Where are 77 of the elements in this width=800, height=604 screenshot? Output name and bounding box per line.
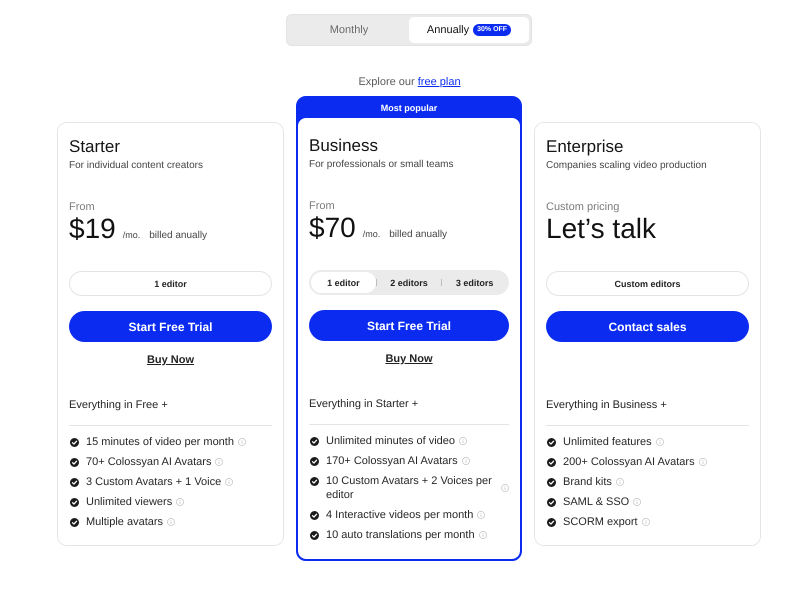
- plan-tagline: Companies scaling video production: [546, 159, 707, 173]
- editor-option[interactable]: 2 editors: [376, 272, 442, 293]
- price-label: Custom pricing: [546, 200, 620, 214]
- editor-option[interactable]: 1 editor: [311, 272, 376, 293]
- info-icon[interactable]: [698, 458, 707, 466]
- feature-text: 15 minutes of video per month: [86, 435, 234, 449]
- info-icon[interactable]: [633, 498, 642, 506]
- feature-text: 170+ Colossyan AI Avatars: [326, 454, 458, 468]
- info-icon[interactable]: [478, 531, 487, 539]
- billing-note: billed anually: [389, 229, 448, 240]
- features-heading: Everything in Free +: [69, 398, 168, 412]
- feature-text: 3 Custom Avatars + 1 Voice: [86, 475, 222, 489]
- feature-text: SAML & SSO: [563, 495, 630, 509]
- free-plan-link[interactable]: free plan: [418, 76, 461, 88]
- check-icon: [547, 438, 556, 446]
- plan-name: Starter: [69, 138, 120, 156]
- price-amount: $19: [69, 214, 116, 244]
- check-icon: [310, 456, 319, 466]
- info-icon[interactable]: [616, 478, 624, 486]
- check-icon: [547, 458, 556, 466]
- feature-text: 10 Custom Avatars + 2 Voices per editor: [326, 474, 493, 502]
- features-heading: Everything in Business +: [546, 398, 667, 412]
- editor-option[interactable]: 3 editors: [442, 272, 508, 293]
- editor-count-pill: Custom editors: [546, 271, 749, 296]
- editor-count-pill: 1 editor: [69, 271, 272, 296]
- check-icon: [310, 476, 319, 486]
- cta-button[interactable]: Start Free Trial: [69, 311, 272, 342]
- billing-note: billed anually: [149, 230, 208, 241]
- price-period: /mo.: [122, 230, 140, 240]
- price-period: /mo.: [362, 229, 380, 239]
- info-icon[interactable]: [656, 438, 664, 446]
- feature-text: SCORM export: [563, 515, 638, 529]
- feature-text: Unlimited minutes of video: [326, 434, 456, 448]
- check-icon: [70, 438, 79, 446]
- buy-now-link[interactable]: Buy Now: [146, 353, 194, 367]
- feature-text: Unlimited features: [563, 435, 652, 449]
- cta-button[interactable]: Contact sales: [546, 311, 749, 342]
- plan-tagline: For professionals or small teams: [309, 158, 454, 172]
- plan-tagline: For individual content creators: [69, 159, 203, 173]
- info-icon[interactable]: [167, 518, 176, 526]
- feature-text: 10 auto translations per month: [326, 528, 475, 542]
- info-icon[interactable]: [642, 518, 650, 526]
- check-icon: [547, 478, 556, 486]
- price-amount: Let’s talk: [546, 214, 656, 244]
- feature-text: 4 Interactive videos per month: [326, 508, 474, 522]
- cta-button[interactable]: Start Free Trial: [309, 310, 509, 341]
- check-icon: [70, 518, 79, 526]
- price-label: From: [309, 199, 335, 213]
- info-icon[interactable]: [477, 511, 486, 519]
- check-icon: [547, 498, 556, 506]
- plan-name: Business: [309, 137, 378, 155]
- free-plan-note: Explore our free plan: [358, 75, 461, 89]
- feature-text: Unlimited viewers: [86, 495, 172, 509]
- check-icon: [310, 530, 319, 540]
- feature-text: Brand kits: [563, 475, 612, 489]
- features-heading: Everything in Starter +: [309, 397, 418, 411]
- check-icon: [70, 478, 79, 486]
- feature-text: 70+ Colossyan AI Avatars: [86, 455, 212, 469]
- price-label: From: [69, 200, 95, 214]
- info-icon[interactable]: [176, 498, 184, 506]
- billing-tab[interactable]: Monthly: [289, 17, 409, 43]
- check-icon: [310, 510, 319, 520]
- check-icon: [70, 498, 79, 506]
- price-amount: $70: [309, 213, 356, 243]
- info-icon[interactable]: [238, 438, 246, 446]
- info-icon[interactable]: [215, 458, 224, 466]
- check-icon: [310, 436, 319, 446]
- feature-text: 200+ Colossyan AI Avatars: [563, 455, 695, 469]
- info-icon[interactable]: [225, 478, 234, 486]
- feature-text: Multiple avatars: [86, 515, 164, 529]
- check-icon: [70, 458, 79, 466]
- info-icon[interactable]: [462, 457, 470, 465]
- info-icon[interactable]: [459, 437, 468, 445]
- buy-now-link[interactable]: Buy Now: [385, 352, 433, 366]
- check-icon: [547, 518, 556, 526]
- plan-name: Enterprise: [546, 138, 624, 156]
- info-icon[interactable]: [501, 484, 509, 492]
